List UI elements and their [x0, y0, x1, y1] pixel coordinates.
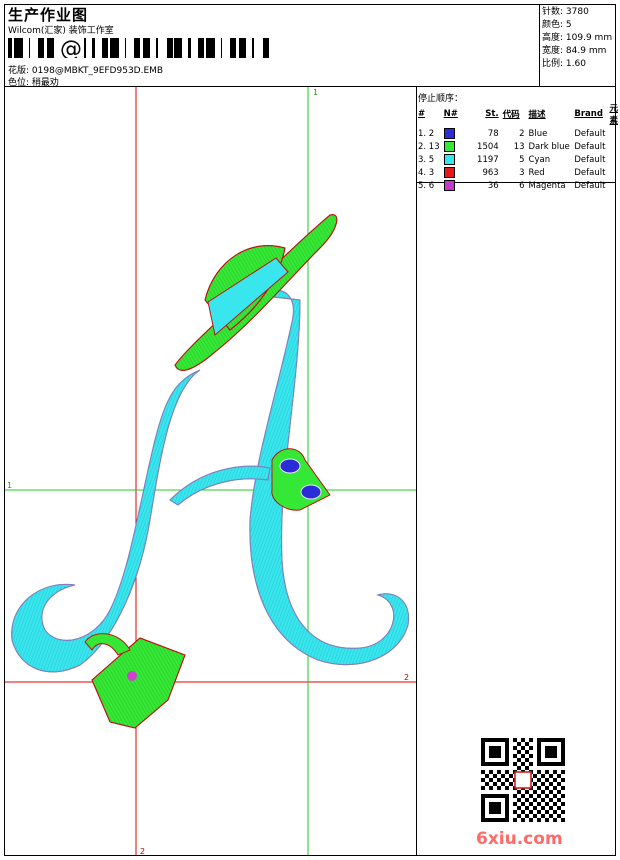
- col-header: 代码: [502, 110, 520, 120]
- col-header: 描述: [528, 110, 546, 120]
- cell-st: 963: [482, 167, 499, 178]
- col-header: 元素: [609, 104, 618, 126]
- guide-label-top: 1: [313, 88, 319, 97]
- cell-st: 1197: [477, 154, 499, 165]
- cell-desc: Dark blue: [528, 141, 570, 152]
- handbag-embroidery: [84, 633, 186, 729]
- color-swatch: [443, 154, 455, 165]
- color-row: 3. 5 1197 5 Cyan Default: [416, 153, 620, 166]
- stat-value: 3780: [565, 7, 589, 17]
- stat-value: 109.9 mm: [565, 33, 613, 43]
- svg-text:@: @: [60, 38, 82, 58]
- panel-divider: [416, 86, 417, 856]
- color-swatch: [443, 180, 455, 191]
- company-name: Wilcom(汇家) 装饰工作室: [8, 26, 114, 36]
- cell-element: [607, 179, 620, 192]
- color-table-header: # N# St. 代码 描述 Brand 元素: [416, 101, 620, 127]
- color-row: 1. 2 78 2 Blue Default: [416, 127, 620, 140]
- design-canvas: [5, 87, 416, 855]
- cell-element: [607, 127, 620, 140]
- cell-code: 13: [513, 141, 525, 152]
- cell-code: 5: [519, 154, 525, 165]
- color-table: # N# St. 代码 描述 Brand 元素 1. 2 78 2 Blue Defau…: [416, 101, 620, 192]
- cell-brand: Default: [574, 167, 606, 178]
- cell-seq: 4. 3: [418, 167, 435, 178]
- cell-st: 1504: [477, 141, 499, 152]
- cell-seq: 1. 2: [418, 128, 435, 139]
- cell-swatch: [442, 153, 468, 166]
- cell-swatch: [442, 140, 468, 153]
- cell-swatch: [442, 166, 468, 179]
- stat-scale: 比例: 1.60: [542, 58, 612, 71]
- cell-desc: Blue: [528, 128, 548, 139]
- color-row: 2. 13 1504 13 Dark blue Default: [416, 140, 620, 153]
- stat-label: 颜色:: [542, 20, 564, 30]
- stat-value: 5: [565, 20, 572, 30]
- qr-code-icon: [481, 738, 565, 822]
- col-header: #: [418, 109, 426, 119]
- stat-label: 宽度:: [542, 46, 564, 56]
- stat-stitches: 针数: 3780: [542, 6, 612, 19]
- color-row: 5. 6 36 6 Magenta Default: [416, 179, 620, 192]
- stat-label: 高度:: [542, 33, 564, 43]
- cell-code: 2: [519, 128, 525, 139]
- cell-brand: Default: [574, 154, 606, 165]
- cell-code: 6: [519, 180, 525, 191]
- cell-desc: Red: [528, 167, 545, 178]
- header-divider-right: [416, 86, 616, 87]
- cell-desc: Magenta: [528, 180, 566, 191]
- stat-height: 高度: 109.9 mm: [542, 32, 612, 45]
- color-swatch: [443, 141, 455, 152]
- color-row: 4. 3 963 3 Red Default: [416, 166, 620, 179]
- cell-element: [607, 153, 620, 166]
- cell-swatch: [442, 127, 468, 140]
- stat-value: 1.60: [565, 59, 586, 69]
- cell-desc: Cyan: [528, 154, 551, 165]
- stat-label: 比例:: [542, 59, 564, 69]
- guide-label-bottom: 2: [140, 847, 146, 856]
- col-header: St.: [485, 109, 499, 119]
- stat-colors: 颜色: 5: [542, 19, 612, 32]
- cell-element: [607, 166, 620, 179]
- cell-st: 36: [487, 180, 499, 191]
- guide-label-left: 1: [7, 481, 13, 490]
- stats-divider: [539, 4, 540, 86]
- cell-st: 78: [487, 128, 499, 139]
- stats-block: 针数: 3780 颜色: 5 高度: 109.9 mm 宽度: 84.9 mm …: [542, 6, 612, 71]
- sunglasses-embroidery: [271, 448, 331, 511]
- cell-code: 3: [519, 167, 525, 178]
- cell-seq: 3. 5: [418, 154, 435, 165]
- stat-width: 宽度: 84.9 mm: [542, 45, 612, 58]
- col-header: Brand: [574, 109, 603, 119]
- cell-swatch: [442, 179, 468, 192]
- color-swatch: [443, 128, 455, 139]
- cell-seq: 5. 6: [418, 180, 435, 191]
- cell-seq: 2. 13: [418, 141, 440, 152]
- barcode-icon: @: [8, 38, 269, 58]
- hat-embroidery: [174, 214, 338, 371]
- watermark-text: 6xiu.com: [476, 829, 563, 849]
- color-swatch: [443, 167, 455, 178]
- stat-value: 84.9 mm: [565, 46, 607, 56]
- cell-element: [607, 140, 620, 153]
- cell-brand: Default: [574, 141, 606, 152]
- cell-brand: Default: [574, 180, 606, 191]
- col-header: N#: [443, 109, 458, 119]
- guide-label-right: 2: [404, 673, 410, 682]
- cell-brand: Default: [574, 128, 606, 139]
- stat-label: 针数:: [542, 7, 564, 17]
- page-title: 生产作业图: [8, 6, 89, 24]
